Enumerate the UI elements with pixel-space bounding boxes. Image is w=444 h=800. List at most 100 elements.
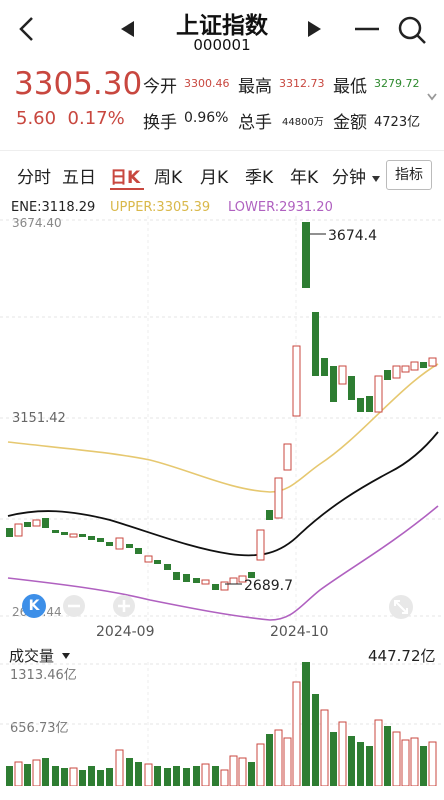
zoom-out-button[interactable]	[62, 594, 86, 622]
tab-yearly-k[interactable]: 年K	[290, 163, 318, 188]
total-label: 总手	[238, 113, 272, 133]
amount-value: 4723亿	[374, 115, 421, 130]
candle	[401, 365, 410, 373]
candle	[32, 519, 41, 527]
minus-circle-icon	[63, 595, 85, 617]
current-price: 3305.30	[14, 66, 143, 102]
volume-bar	[212, 766, 219, 786]
tab-intraday[interactable]: 分时	[17, 163, 51, 188]
candle	[374, 375, 383, 413]
change-value: 5.60	[16, 108, 57, 129]
tab-minute[interactable]: 分钟	[332, 163, 366, 188]
volume-bar	[97, 770, 104, 786]
open-label: 今开	[143, 77, 177, 97]
candle	[88, 536, 95, 540]
volume-bar	[292, 681, 301, 786]
volume-bar	[320, 709, 329, 786]
search-icon	[398, 16, 426, 44]
candle	[410, 361, 419, 371]
candle	[312, 312, 319, 376]
x-axis-label: 2024-10	[270, 624, 329, 640]
candle	[357, 398, 364, 412]
candle	[61, 532, 68, 535]
volume-bar	[164, 768, 171, 786]
tab-weekly-k[interactable]: 周K	[154, 163, 182, 188]
volume-bar	[283, 737, 292, 786]
tab-quarterly-k[interactable]: 季K	[245, 163, 273, 188]
candle	[52, 530, 59, 533]
max-annotation: 3674.4	[328, 228, 377, 244]
candlesticks	[6, 222, 437, 591]
candle	[274, 477, 283, 519]
candle	[266, 510, 273, 520]
minus-icon	[355, 27, 379, 31]
tab-daily-k[interactable]: 日K	[110, 163, 140, 188]
candle	[24, 522, 31, 527]
candle	[79, 534, 86, 537]
chevron-down-icon	[427, 93, 437, 101]
candle	[392, 365, 401, 379]
kline-chart[interactable]: 3674.4 2689.7	[0, 216, 444, 624]
upper-line	[7, 363, 439, 493]
candle	[338, 365, 347, 385]
volume-bar	[115, 749, 124, 786]
volume-bar	[266, 734, 273, 786]
lower-legend: LOWER:2931.20	[228, 200, 333, 215]
volume-bars	[6, 662, 437, 786]
volume-bar	[410, 737, 419, 786]
expand-icon	[389, 595, 413, 619]
candle	[348, 376, 355, 400]
candle	[366, 396, 373, 412]
candle	[330, 366, 337, 402]
tab-five-day[interactable]: 五日	[62, 163, 96, 188]
minimize-button[interactable]	[352, 18, 382, 40]
caret-down-icon	[372, 176, 380, 182]
y-axis-mid: 3151.42	[12, 411, 66, 426]
minute-dropdown[interactable]	[371, 169, 381, 188]
candle	[321, 358, 328, 376]
change-pct: 0.17%	[67, 108, 125, 129]
candle	[97, 538, 104, 542]
volume-bar	[32, 759, 41, 786]
candle	[144, 555, 153, 563]
triangle-right-icon	[308, 21, 321, 37]
volume-bar	[52, 766, 59, 786]
candle	[154, 560, 161, 564]
volume-bar	[14, 761, 23, 786]
upper-legend: UPPER:3305.39	[110, 200, 211, 215]
ene-legend: ENE:3118.29	[11, 200, 96, 215]
k-logo: K	[22, 594, 46, 618]
next-stock-button[interactable]	[304, 18, 324, 40]
plus-circle-icon	[113, 595, 135, 617]
volume-bar	[274, 729, 283, 786]
volume-bar	[135, 762, 142, 786]
search-button[interactable]	[396, 14, 428, 46]
volume-chart[interactable]	[0, 662, 444, 786]
amount-label: 金额	[333, 113, 367, 133]
indicator-button[interactable]: 指标	[386, 160, 432, 190]
volume-bar	[79, 770, 86, 786]
candle	[183, 574, 190, 582]
candle	[428, 357, 437, 367]
y-axis-top: 3674.40	[12, 216, 62, 230]
volume-bar	[401, 739, 410, 786]
low-value: 3279.72	[374, 77, 420, 90]
high-value: 3312.73	[279, 77, 325, 90]
volume-bar	[366, 746, 373, 786]
open-value: 3300.46	[184, 77, 230, 90]
volume-bar	[348, 736, 355, 786]
volume-bar	[229, 755, 238, 786]
volume-bar	[6, 766, 13, 786]
turnover-label: 换手	[143, 113, 177, 133]
candle	[14, 523, 23, 537]
volume-bar	[248, 762, 255, 786]
zoom-in-button[interactable]	[112, 594, 136, 622]
candle	[42, 518, 49, 528]
expand-quote-button[interactable]	[424, 88, 440, 106]
volume-bar	[392, 731, 401, 786]
tab-monthly-k[interactable]: 月K	[200, 163, 228, 188]
volume-bar	[338, 721, 347, 786]
fullscreen-button[interactable]	[388, 594, 414, 624]
volume-bar	[144, 763, 153, 786]
volume-bar	[69, 767, 78, 786]
